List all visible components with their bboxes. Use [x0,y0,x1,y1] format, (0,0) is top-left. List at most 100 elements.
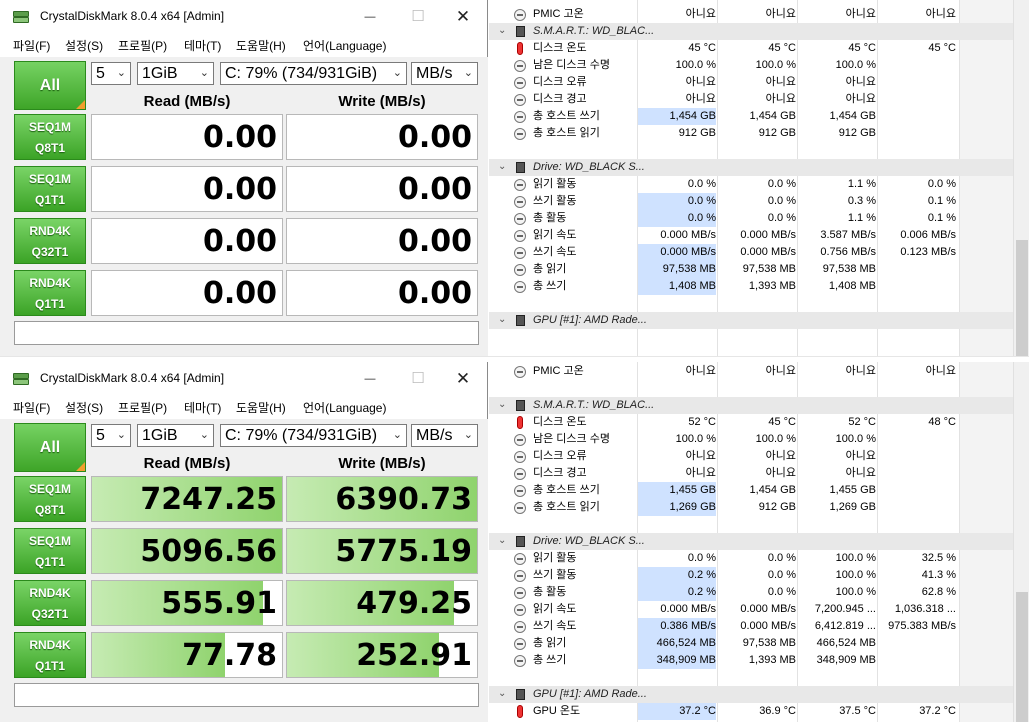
benchmark-panel: All 5 ⌄ 1GiB ⌄ C: 79% (734/931GiB) ⌄ MB/s ⌄ Read … [0,419,488,722]
maximize-button[interactable]: ☐ [404,368,432,390]
test-button[interactable]: RND4K Q1T1 [14,270,86,316]
menu-item[interactable]: 테마(T) [184,399,221,416]
maximum-value: 아니요 [845,76,876,88]
menu-item[interactable]: 파일(F) [13,37,50,54]
sensor-row[interactable]: 총 호스트 쓰기 1,455 GB 1,454 GB 1,455 GB [489,482,1029,499]
menu-item[interactable]: 도움말(H) [236,37,286,54]
vertical-scrollbar[interactable] [1013,362,1029,722]
collapse-chevron-icon[interactable]: ⌄ [498,532,506,549]
current-value: 0.000 MB/s [638,244,716,261]
sensor-row[interactable]: 총 활동 0.0 % 0.0 % 1.1 % 0.1 % [489,210,1029,227]
sensor-row[interactable]: 남은 디스크 수명 100.0 % 100.0 % 100.0 % [489,57,1029,74]
test-button[interactable]: SEQ1M Q8T1 [14,476,86,522]
drive-select-value: C: 79% (734/931GiB) [225,427,378,444]
count-select[interactable]: 5 ⌄ [91,62,131,85]
test-button[interactable]: RND4K Q32T1 [14,218,86,264]
vertical-scrollbar[interactable] [1013,0,1029,358]
sensor-row[interactable]: 읽기 활동 0.0 % 0.0 % 100.0 % 32.5 % [489,550,1029,567]
test-button[interactable]: SEQ1M Q1T1 [14,166,86,212]
menu-item[interactable]: 언어(Language) [303,37,386,54]
sensor-group-header[interactable]: ⌄ S.M.A.R.T.: WD_BLAC... [489,23,1029,40]
sensor-row[interactable]: PMIC 고온 아니요 아니요 아니요 아니요 [489,6,1029,23]
benchmark-panel: All 5 ⌄ 1GiB ⌄ C: 79% (734/931GiB) ⌄ MB/s ⌄ Read … [0,57,488,358]
sensor-row[interactable]: 총 호스트 읽기 912 GB 912 GB 912 GB [489,125,1029,142]
menu-item[interactable]: 설정(S) [65,37,103,54]
sensor-row[interactable]: 총 읽기 466,524 MB 97,538 MB 466,524 MB [489,635,1029,652]
menu-item[interactable]: 설정(S) [65,399,103,416]
sensor-group-header[interactable]: ⌄ GPU [#1]: AMD Rade... [489,312,1029,329]
sensor-label: 디스크 온도 [533,416,587,428]
maximize-button[interactable]: ☐ [404,6,432,28]
sensor-row[interactable]: 쓰기 속도 0.000 MB/s 0.000 MB/s 0.756 MB/s 0.123… [489,244,1029,261]
sensor-row[interactable]: 쓰기 속도 0.386 MB/s 0.000 MB/s 6,412.819 ... 97… [489,618,1029,635]
sensor-group-header[interactable]: ⌄ GPU [#1]: AMD Rade... [489,686,1029,703]
all-button-label: All [39,77,61,94]
sensor-group-header[interactable]: ⌄ Drive: WD_BLACK S... [489,533,1029,550]
count-select[interactable]: 5 ⌄ [91,424,131,447]
sensor-row[interactable]: 읽기 속도 0.000 MB/s 0.000 MB/s 7,200.945 ... 1,… [489,601,1029,618]
sensor-row[interactable]: 디스크 오류 아니요 아니요 아니요 [489,74,1029,91]
sensor-row[interactable]: 디스크 온도 45 °C 45 °C 45 °C 45 °C [489,40,1029,57]
sensor-label: 디스크 경고 [533,93,587,105]
sensor-row[interactable]: 남은 디스크 수명 100.0 % 100.0 % 100.0 % [489,431,1029,448]
sensor-group-header[interactable]: ⌄ Drive: WD_BLACK S... [489,159,1029,176]
collapse-chevron-icon[interactable]: ⌄ [498,685,506,702]
sensor-row[interactable]: 읽기 활동 0.0 % 0.0 % 1.1 % 0.0 % [489,176,1029,193]
read-result: 5096.56 [91,528,283,574]
unit-select[interactable]: MB/s ⌄ [411,62,478,85]
sensor-row[interactable]: 총 호스트 읽기 1,269 GB 912 GB 1,269 GB [489,499,1029,516]
menu-item[interactable]: 프로필(P) [118,37,167,54]
collapse-chevron-icon[interactable]: ⌄ [498,22,506,39]
menu-item[interactable]: 도움말(H) [236,399,286,416]
menu-item[interactable]: 프로필(P) [118,399,167,416]
sensor-row[interactable]: 읽기 속도 0.000 MB/s 0.000 MB/s 3.587 MB/s 0.006… [489,227,1029,244]
sensor-label: 총 활동 [533,586,567,598]
test-button[interactable]: RND4K Q1T1 [14,632,86,678]
size-select[interactable]: 1GiB ⌄ [137,424,214,447]
test-button[interactable]: SEQ1M Q8T1 [14,114,86,160]
scrollbar-thumb[interactable] [1016,592,1028,722]
current-value: 0.0 % [638,210,716,227]
unit-select[interactable]: MB/s ⌄ [411,424,478,447]
sensor-row[interactable]: PMIC 고온 아니요 아니요 아니요 아니요 [489,363,1029,380]
sensor-row[interactable]: 총 호스트 쓰기 1,454 GB 1,454 GB 1,454 GB [489,108,1029,125]
sensor-row[interactable]: 총 쓰기 348,909 MB 1,393 MB 348,909 MB [489,652,1029,669]
sensor-row[interactable]: 쓰기 활동 0.2 % 0.0 % 100.0 % 41.3 % [489,567,1029,584]
collapse-chevron-icon[interactable]: ⌄ [498,311,506,328]
sensor-row[interactable]: 디스크 경고 아니요 아니요 아니요 [489,465,1029,482]
menu-item[interactable]: 파일(F) [13,399,50,416]
drive-select[interactable]: C: 79% (734/931GiB) ⌄ [220,424,407,447]
sensor-row[interactable]: 디스크 경고 아니요 아니요 아니요 [489,91,1029,108]
sensor-label: 남은 디스크 수명 [533,59,610,71]
collapse-chevron-icon[interactable]: ⌄ [498,396,506,413]
menu-item[interactable]: 테마(T) [184,37,221,54]
test-button[interactable]: SEQ1M Q1T1 [14,528,86,574]
close-button[interactable]: ✕ [449,6,477,28]
hwinfo-sensors-panel: PMIC 고온 아니요 아니요 아니요 아니요 ⌄ S.M.A.R.T.: WD_BLAC.… [489,0,1029,358]
average-value: 0.1 % [927,195,956,207]
menu-item[interactable]: 언어(Language) [303,399,386,416]
close-button[interactable]: ✕ [449,368,477,390]
sensor-row[interactable]: 쓰기 활동 0.0 % 0.0 % 0.3 % 0.1 % [489,193,1029,210]
all-button[interactable]: All [14,423,86,472]
sensor-row[interactable]: 디스크 오류 아니요 아니요 아니요 [489,448,1029,465]
sensor-row[interactable]: 총 쓰기 1,408 MB 1,393 MB 1,408 MB [489,278,1029,295]
sensor-group-header[interactable]: ⌄ S.M.A.R.T.: WD_BLAC... [489,397,1029,414]
sensor-row[interactable]: GPU 온도 37.2 °C 36.9 °C 37.5 °C 37.2 °C [489,703,1029,720]
minimum-value: 912 GB [758,501,796,513]
sensor-icon [514,247,526,259]
test-button[interactable]: RND4K Q32T1 [14,580,86,626]
sensor-row[interactable]: 총 활동 0.2 % 0.0 % 100.0 % 62.8 % [489,584,1029,601]
group-name: Drive: WD_BLACK S... [533,161,645,173]
sensor-row[interactable]: 총 읽기 97,538 MB 97,538 MB 97,538 MB [489,261,1029,278]
minimize-button[interactable]: — [356,6,384,28]
all-button[interactable]: All [14,61,86,110]
minimize-button[interactable]: — [356,368,384,390]
sensor-row[interactable]: 디스크 온도 52 °C 45 °C 52 °C 48 °C [489,414,1029,431]
collapse-chevron-icon[interactable]: ⌄ [498,158,506,175]
size-select[interactable]: 1GiB ⌄ [137,62,214,85]
drive-select-value: C: 79% (734/931GiB) [225,65,378,82]
scrollbar-thumb[interactable] [1016,240,1028,358]
minimum-value: 1,454 GB [749,484,796,496]
drive-select[interactable]: C: 79% (734/931GiB) ⌄ [220,62,407,85]
